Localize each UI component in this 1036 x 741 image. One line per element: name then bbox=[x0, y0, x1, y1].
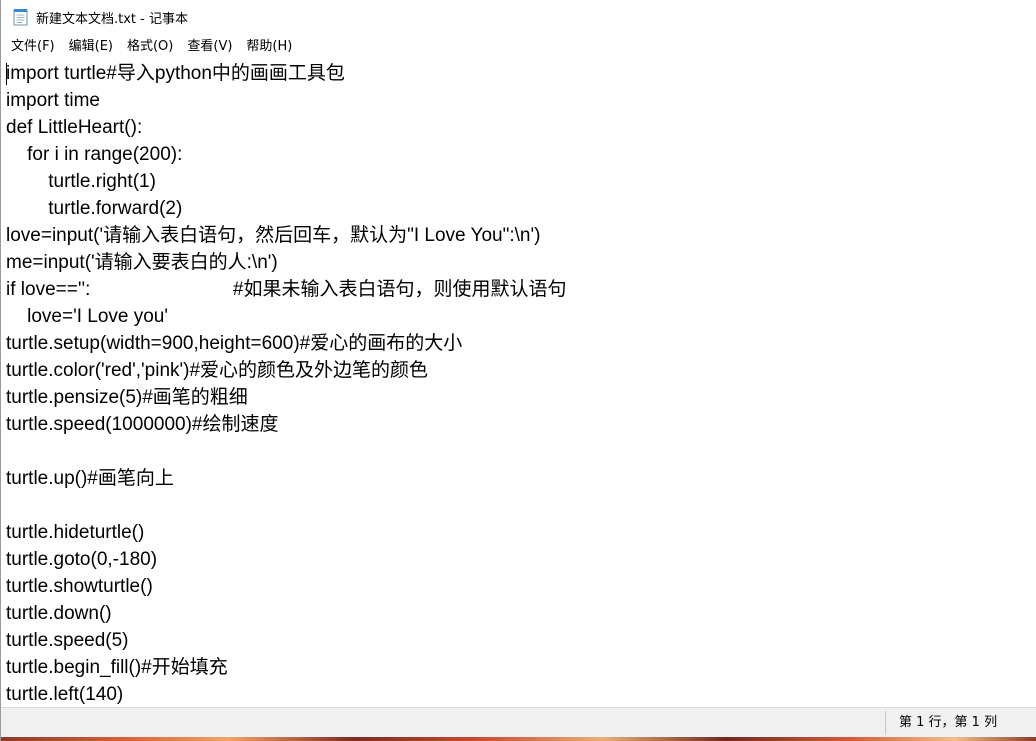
editor-line: me=input('请输入要表白的人:\n') bbox=[6, 252, 278, 273]
editor-line: love=input('请输入表白语句，然后回车，默认为"I Love You"… bbox=[6, 225, 541, 246]
editor-line: import turtle#导入python中的画画工具包 bbox=[6, 63, 345, 84]
editor-line: turtle.goto(0,-180) bbox=[6, 549, 158, 570]
editor-line: if love=='': #如果未输入表白语句，则使用默认语句 bbox=[6, 279, 567, 300]
editor-line: turtle.down() bbox=[6, 603, 112, 624]
editor-line: for i in range(200): bbox=[6, 144, 183, 165]
editor-line: turtle.begin_fill()#开始填充 bbox=[6, 657, 228, 678]
editor-line: def LittleHeart(): bbox=[6, 117, 143, 138]
notepad-window: 新建文本文档.txt - 记事本 文件(F) 编辑(E) 格式(O) 查看(V)… bbox=[0, 0, 1036, 741]
window-title: 新建文本文档.txt - 记事本 bbox=[36, 11, 188, 27]
desktop-background-strip bbox=[1, 737, 1036, 741]
menu-bar: 文件(F) 编辑(E) 格式(O) 查看(V) 帮助(H) bbox=[1, 34, 1036, 61]
menu-view[interactable]: 查看(V) bbox=[180, 35, 239, 59]
editor-line: import time bbox=[6, 90, 100, 111]
editor-line: turtle.pensize(5)#画笔的粗细 bbox=[6, 387, 248, 408]
notepad-icon bbox=[13, 9, 28, 26]
editor-line: turtle.up()#画笔向上 bbox=[6, 468, 174, 489]
status-divider bbox=[885, 711, 886, 735]
editor-line: turtle.forward(2) bbox=[6, 198, 183, 219]
editor-line: turtle.speed(1000000)#绘制速度 bbox=[6, 414, 279, 435]
editor-line: turtle.setup(width=900,height=600)#爱心的画布… bbox=[6, 333, 463, 354]
editor-line: love='I Love you' bbox=[6, 306, 168, 327]
editor-line: turtle.right(1) bbox=[6, 171, 156, 192]
editor-line: turtle.speed(5) bbox=[6, 630, 129, 651]
editor-line: turtle.color('red','pink')#爱心的颜色及外边笔的颜色 bbox=[6, 360, 429, 381]
text-editor[interactable]: import turtle#导入python中的画画工具包 import tim… bbox=[1, 60, 1036, 707]
editor-line: turtle.hideturtle() bbox=[6, 522, 145, 543]
menu-help[interactable]: 帮助(H) bbox=[239, 35, 299, 59]
title-bar: 新建文本文档.txt - 记事本 bbox=[1, 0, 1036, 34]
editor-line: turtle.left(140) bbox=[6, 684, 124, 705]
menu-file[interactable]: 文件(F) bbox=[4, 35, 62, 59]
menu-format[interactable]: 格式(O) bbox=[120, 35, 180, 59]
editor-line: turtle.showturtle() bbox=[6, 576, 153, 597]
cursor-position: 第 1 行，第 1 列 bbox=[899, 715, 998, 730]
menu-edit[interactable]: 编辑(E) bbox=[62, 35, 120, 59]
text-caret bbox=[6, 63, 7, 85]
status-bar: 第 1 行，第 1 列 bbox=[1, 707, 1036, 737]
